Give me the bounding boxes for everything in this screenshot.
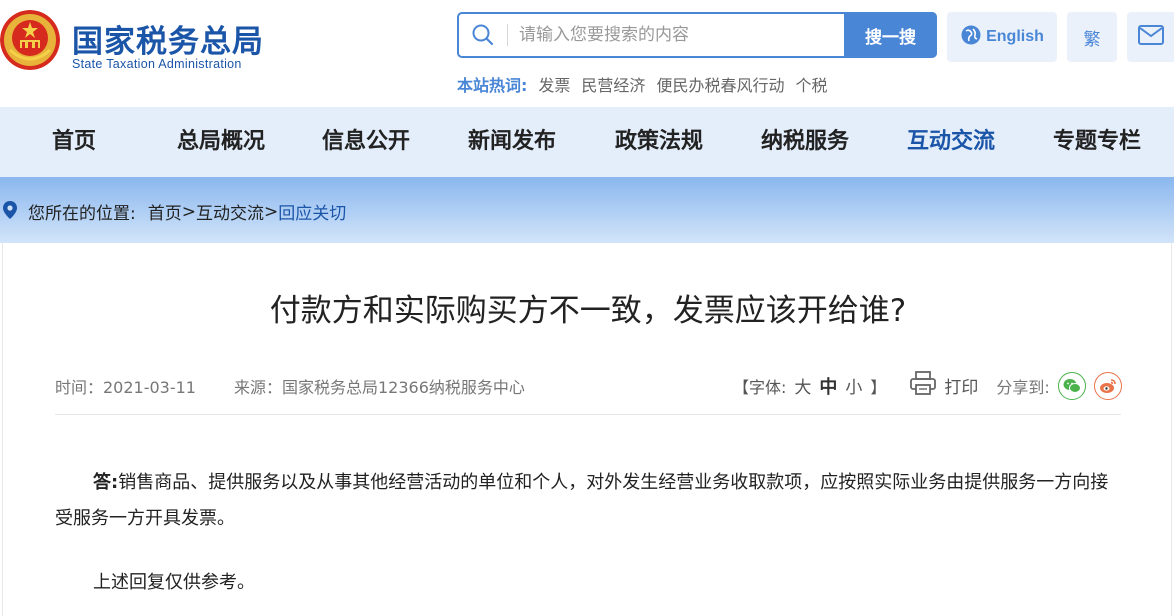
- font-size-large[interactable]: 大: [794, 373, 811, 398]
- english-version-button[interactable]: English: [947, 12, 1057, 62]
- search-icon: [471, 23, 495, 47]
- search-button[interactable]: 搜一搜: [844, 12, 937, 58]
- answer-text: 销售商品、提供服务以及从事其他经营活动的单位和个人，对外发生经营业务收取款项，应…: [55, 472, 1109, 529]
- nav-item-special-topics[interactable]: 专题专栏: [1053, 107, 1141, 177]
- answer-label: 答:: [93, 472, 119, 493]
- font-size-medium[interactable]: 中: [819, 373, 837, 399]
- site-header: 国家税务总局 State Taxation Administration 搜一搜…: [0, 0, 1174, 107]
- nav-item-overview[interactable]: 总局概况: [177, 107, 265, 177]
- font-size-prefix: 【字体:: [733, 377, 787, 397]
- nav-item-tax-service[interactable]: 纳税服务: [761, 107, 849, 177]
- english-label: English: [986, 28, 1044, 45]
- closing-paragraph: 上述回复仅供参考。: [93, 572, 255, 593]
- search-separator: [507, 24, 508, 46]
- breadcrumb-separator: >: [263, 201, 279, 222]
- search-input[interactable]: [519, 20, 839, 50]
- print-label: 打印: [944, 378, 979, 398]
- breadcrumb-separator: >: [181, 201, 196, 222]
- meta-divider: [55, 414, 1121, 415]
- nav-item-interaction[interactable]: 互动交流: [907, 107, 995, 177]
- site-subtitle: State Taxation Administration: [72, 57, 242, 71]
- location-pin-icon: [3, 201, 17, 219]
- mail-icon: [1137, 25, 1164, 49]
- hot-search-item[interactable]: 民营经济: [581, 72, 645, 96]
- mail-button[interactable]: [1127, 12, 1174, 62]
- traditional-chinese-button[interactable]: 繁: [1067, 12, 1117, 62]
- search-box: 搜一搜: [457, 12, 937, 58]
- hot-search-item[interactable]: 便民办税春风行动: [656, 72, 784, 96]
- nav-item-news[interactable]: 新闻发布: [468, 107, 556, 177]
- hot-search-item[interactable]: 个税: [795, 72, 827, 96]
- print-button[interactable]: 打印: [910, 371, 978, 400]
- wechat-share-icon[interactable]: [1057, 371, 1086, 400]
- article-container: 付款方和实际购买方不一致，发票应该开给谁? 时间：2021-03-11 来源：国…: [2, 243, 1172, 616]
- nav-item-info-disclosure[interactable]: 信息公开: [322, 107, 410, 177]
- publish-time: 时间：2021-03-11: [55, 378, 196, 397]
- hot-search-item[interactable]: 发票: [538, 72, 570, 96]
- article-meta: 时间：2021-03-11 来源：国家税务总局12366纳税服务中心: [55, 374, 525, 398]
- globe-icon: [960, 24, 982, 51]
- font-size-control: 【字体: 大 中 小 】: [733, 373, 886, 399]
- weibo-share-icon[interactable]: [1093, 371, 1122, 400]
- breadcrumb-current[interactable]: 回应关切: [278, 199, 346, 224]
- breadcrumb-interaction[interactable]: 互动交流: [196, 199, 264, 224]
- national-emblem-logo[interactable]: [0, 10, 60, 70]
- printer-icon: [910, 371, 937, 400]
- font-size-suffix: 】: [870, 377, 887, 397]
- breadcrumb-bar: 您所在的位置: 首页 > 互动交流 > 回应关切: [0, 177, 1174, 243]
- nav-item-policy[interactable]: 政策法规: [615, 107, 703, 177]
- breadcrumb-home[interactable]: 首页: [148, 199, 182, 224]
- breadcrumb: 您所在的位置: 首页 > 互动交流 > 回应关切: [28, 199, 346, 225]
- answer-paragraph: 答:销售商品、提供服务以及从事其他经营活动的单位和个人，对外发生经营业务收取款项…: [55, 465, 1121, 537]
- article-title: 付款方和实际购买方不一致，发票应该开给谁?: [269, 293, 907, 329]
- article-source: 来源：国家税务总局12366纳税服务中心: [234, 378, 525, 397]
- hot-search: 本站热词: 发票 民营经济 便民办税春风行动 个税: [457, 72, 827, 96]
- site-title[interactable]: 国家税务总局: [72, 16, 264, 61]
- share-label: 分享到:: [996, 377, 1050, 397]
- nav-item-home[interactable]: 首页: [52, 107, 96, 177]
- article-tools: 【字体: 大 中 小 】 打印 分享到:: [733, 371, 1122, 400]
- main-nav: 首页 总局概况 信息公开 新闻发布 政策法规 纳税服务 互动交流 专题专栏: [0, 107, 1174, 177]
- hot-search-label: 本站热词:: [457, 76, 528, 95]
- font-size-small[interactable]: 小: [845, 373, 862, 398]
- breadcrumb-label: 您所在的位置:: [28, 204, 136, 224]
